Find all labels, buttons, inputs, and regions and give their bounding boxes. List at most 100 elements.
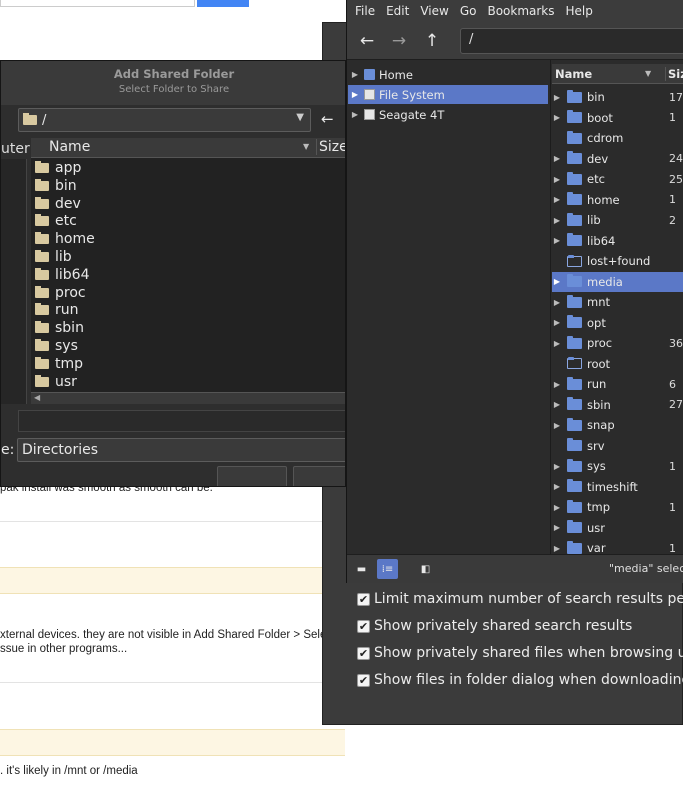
expander-icon[interactable]: ▶: [348, 90, 362, 99]
file-row[interactable]: ▶ mnt: [552, 292, 683, 312]
name-column-header[interactable]: Name: [555, 67, 592, 81]
menu-help[interactable]: Help: [566, 4, 593, 18]
expander-icon[interactable]: ▶: [552, 400, 564, 409]
file-row[interactable]: srv: [552, 436, 683, 456]
name-column-header[interactable]: Name: [49, 139, 90, 155]
expander-icon[interactable]: ▶: [552, 523, 564, 532]
expander-icon[interactable]: ▶: [552, 339, 564, 348]
checkbox[interactable]: ✔: [357, 619, 370, 633]
file-row[interactable]: ▶ usr: [552, 518, 683, 538]
menu-file[interactable]: File: [355, 4, 375, 18]
menu-edit[interactable]: Edit: [386, 4, 409, 18]
expander-icon[interactable]: ▶: [348, 70, 362, 79]
file-name: lib64: [587, 233, 616, 248]
location-combo[interactable]: / ▼: [18, 108, 311, 132]
list-item[interactable]: sbin: [31, 319, 345, 337]
expander-icon[interactable]: ▶: [552, 277, 564, 286]
file-row[interactable]: ▶ snap: [552, 415, 683, 435]
file-row[interactable]: lost+found: [552, 251, 683, 271]
checkbox[interactable]: ✔: [357, 673, 370, 687]
folder-icon: [567, 233, 582, 246]
list-item[interactable]: lib: [31, 248, 345, 266]
ok-button[interactable]: [293, 466, 345, 486]
location-bar[interactable]: /: [460, 28, 683, 54]
expander-icon[interactable]: ▶: [552, 195, 564, 204]
file-row[interactable]: ▶ media: [552, 271, 683, 292]
filter-combo[interactable]: Directories: [17, 438, 345, 462]
expander-icon[interactable]: ▶: [552, 318, 564, 327]
checkbox[interactable]: ✔: [357, 592, 370, 606]
size-column-header[interactable]: Siz: [665, 67, 683, 81]
preference-option[interactable]: ✔ Show privately shared files when browsi…: [357, 642, 683, 664]
expander-icon[interactable]: ▶: [552, 421, 564, 430]
tree-view-toggle-icon[interactable]: ⁞≡: [377, 559, 398, 579]
expander-icon[interactable]: ▶: [552, 236, 564, 245]
list-item[interactable]: lib64: [31, 266, 345, 284]
cancel-button[interactable]: [217, 466, 287, 486]
expander-icon[interactable]: ▶: [552, 462, 564, 471]
back-icon[interactable]: ←: [356, 30, 378, 52]
back-arrow-icon[interactable]: ←: [321, 110, 334, 128]
horizontal-scrollbar[interactable]: ◀: [31, 392, 345, 404]
preference-option[interactable]: ✔ Limit maximum number of search results …: [357, 588, 683, 610]
list-item[interactable]: proc: [31, 284, 345, 302]
file-row[interactable]: ▶ sys 1: [552, 456, 683, 476]
file-row[interactable]: cdrom: [552, 128, 683, 148]
list-item[interactable]: app: [31, 159, 345, 177]
folder-icon: [23, 113, 37, 125]
size-column-header[interactable]: Size: [316, 139, 345, 155]
forward-icon[interactable]: →: [388, 30, 410, 52]
folder-name: lib: [55, 249, 72, 265]
sidebar-item-seagate-4t[interactable]: ▶ Seagate 4T: [348, 105, 548, 124]
list-item[interactable]: tmp: [31, 355, 345, 373]
file-row[interactable]: ▶ var 1: [552, 538, 683, 554]
file-row[interactable]: ▶ run 6: [552, 374, 683, 394]
expander-icon[interactable]: ▶: [552, 113, 564, 122]
expander-icon[interactable]: ▶: [552, 503, 564, 512]
places-toggle-icon[interactable]: ▬: [351, 559, 372, 579]
preference-option[interactable]: ✔ Show privately shared search results: [357, 615, 632, 637]
file-row[interactable]: ▶ timeshift: [552, 477, 683, 497]
list-item[interactable]: bin: [31, 177, 345, 195]
list-item[interactable]: sys: [31, 337, 345, 355]
menu-bookmarks[interactable]: Bookmarks: [487, 4, 554, 18]
preference-option[interactable]: ✔ Show files in folder dialog when downlo…: [357, 669, 683, 691]
expander-icon[interactable]: ▶: [552, 298, 564, 307]
folder-name: sys: [55, 338, 78, 354]
expander-icon[interactable]: ▶: [552, 544, 564, 553]
file-row[interactable]: ▶ dev 24: [552, 149, 683, 169]
file-row[interactable]: ▶ tmp 1: [552, 497, 683, 517]
list-item[interactable]: run: [31, 301, 345, 319]
file-row[interactable]: ▶ lib64: [552, 231, 683, 251]
menu-view[interactable]: View: [420, 4, 448, 18]
file-row[interactable]: ▶ home 1: [552, 190, 683, 210]
file-row[interactable]: ▶ bin 17: [552, 87, 683, 107]
search-button[interactable]: [197, 0, 249, 7]
expander-icon[interactable]: ▶: [552, 216, 564, 225]
sidebar-item-home[interactable]: ▶ Home: [348, 65, 548, 84]
file-row[interactable]: ▶ proc 36: [552, 333, 683, 353]
file-row[interactable]: ▶ boot 1: [552, 108, 683, 128]
expander-icon[interactable]: ▶: [552, 93, 564, 102]
file-row[interactable]: ▶ opt: [552, 313, 683, 333]
checkbox[interactable]: ✔: [357, 646, 370, 660]
file-row[interactable]: ▶ etc 25: [552, 169, 683, 189]
file-row[interactable]: ▶ sbin 27: [552, 395, 683, 415]
name-entry[interactable]: [18, 410, 345, 432]
file-row[interactable]: root: [552, 354, 683, 374]
list-item[interactable]: etc: [31, 212, 345, 230]
expander-icon[interactable]: ▶: [348, 110, 362, 119]
menu-go[interactable]: Go: [460, 4, 477, 18]
hide-sidebar-icon[interactable]: ◧: [415, 559, 436, 579]
expander-icon[interactable]: ▶: [552, 380, 564, 389]
file-row[interactable]: ▶ lib 2: [552, 210, 683, 230]
sidebar-item-file-system[interactable]: ▶ File System: [348, 85, 548, 104]
search-box[interactable]: [0, 0, 195, 7]
expander-icon[interactable]: ▶: [552, 482, 564, 491]
up-icon[interactable]: ↑: [421, 30, 443, 52]
list-item[interactable]: usr: [31, 373, 345, 391]
expander-icon[interactable]: ▶: [552, 154, 564, 163]
list-item[interactable]: home: [31, 230, 345, 248]
list-item[interactable]: dev: [31, 195, 345, 213]
expander-icon[interactable]: ▶: [552, 175, 564, 184]
